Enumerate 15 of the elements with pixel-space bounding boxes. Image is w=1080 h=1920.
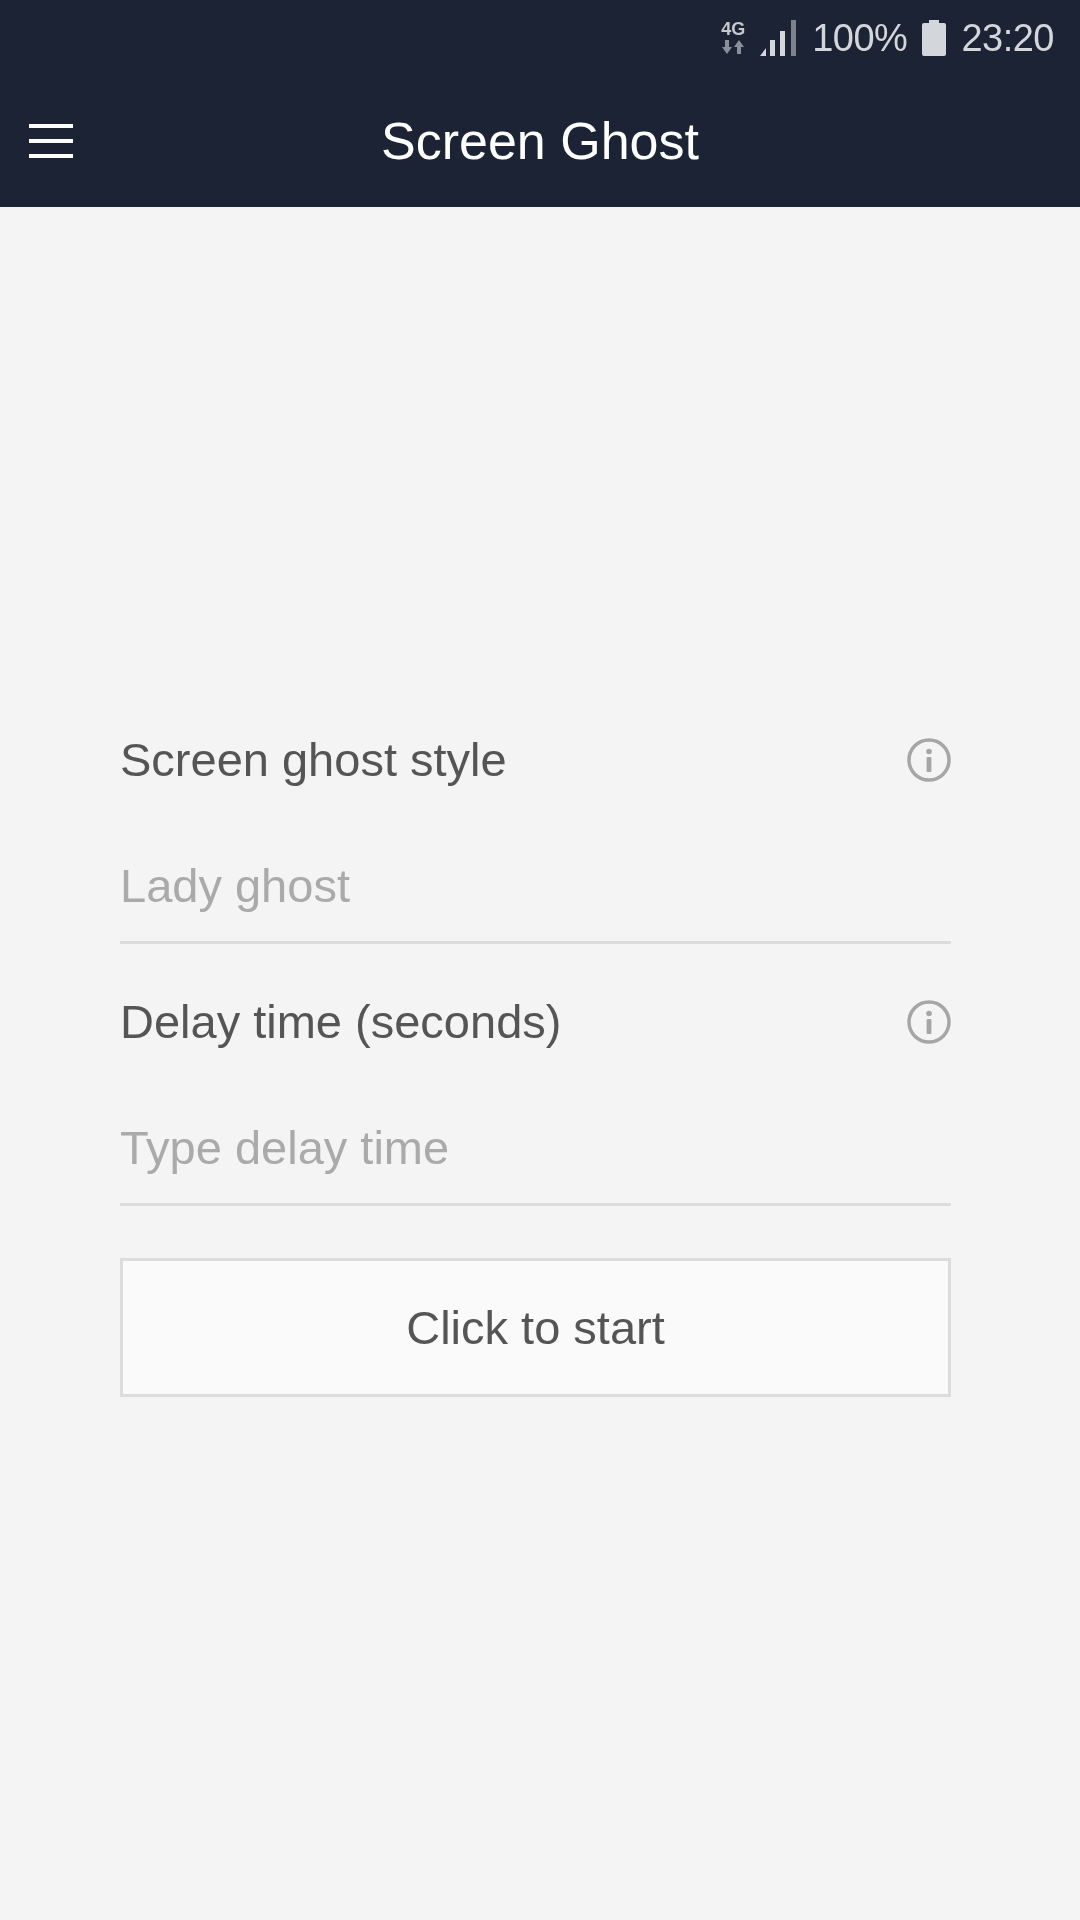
input-field[interactable]: Type delay time <box>120 1119 951 1206</box>
data-transfer-icon <box>722 40 745 54</box>
field-label: Screen ghost style <box>120 732 507 788</box>
signal-icon <box>760 19 798 56</box>
battery-icon <box>922 19 947 56</box>
input-field[interactable]: Lady ghost <box>120 857 951 944</box>
start-button[interactable]: Click to start <box>120 1258 951 1397</box>
field-label: Delay time (seconds) <box>120 994 562 1050</box>
app-title: Screen Ghost <box>381 111 699 172</box>
info-icon[interactable] <box>907 1000 951 1044</box>
clock-time: 23:20 <box>961 15 1054 60</box>
menu-icon[interactable] <box>29 124 73 158</box>
battery-percentage: 100% <box>812 15 908 60</box>
network-type-label: 4G <box>721 21 746 38</box>
info-icon[interactable] <box>907 738 951 782</box>
